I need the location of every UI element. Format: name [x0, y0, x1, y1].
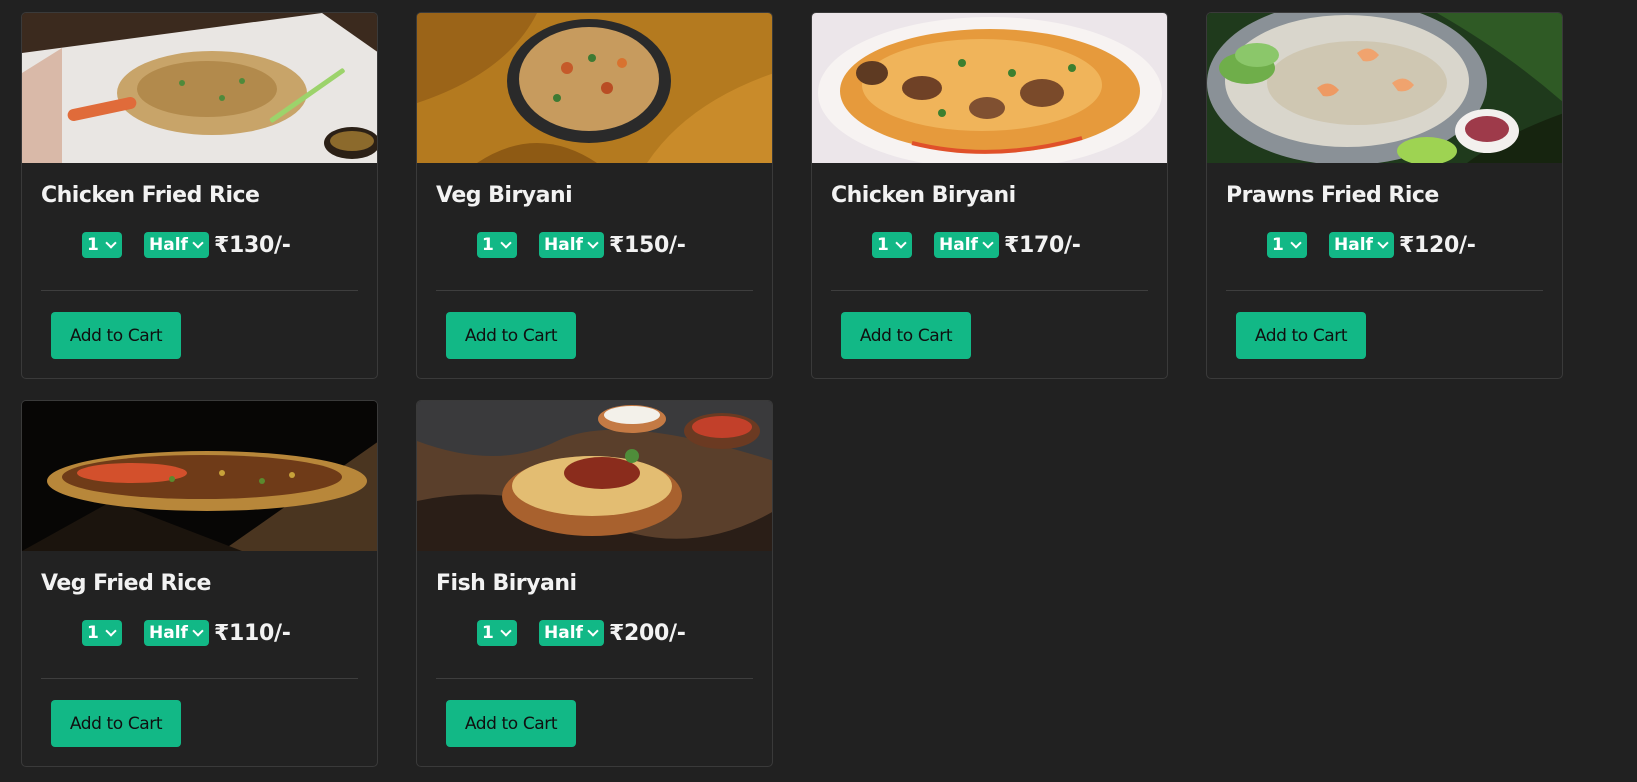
- size-select[interactable]: Half: [539, 232, 604, 258]
- quantity-select[interactable]: 1: [82, 620, 122, 646]
- chevron-down-icon: [192, 625, 204, 637]
- food-image: [417, 401, 772, 551]
- chevron-down-icon: [1377, 237, 1389, 249]
- food-image: [1207, 13, 1562, 163]
- menu-card-chicken-biryani: Chicken Biryani 1 Half ₹170/- Add to Car…: [811, 12, 1168, 379]
- food-image: [812, 13, 1167, 163]
- food-image: [22, 401, 377, 551]
- item-title: Chicken Fried Rice: [41, 183, 260, 208]
- quantity-value: 1: [482, 623, 494, 643]
- item-title: Prawns Fried Rice: [1226, 183, 1439, 208]
- chevron-down-icon: [587, 625, 599, 637]
- chevron-down-icon: [982, 237, 994, 249]
- quantity-select[interactable]: 1: [82, 232, 122, 258]
- item-title: Veg Biryani: [436, 183, 573, 208]
- divider: [41, 678, 358, 679]
- item-price: ₹110/-: [214, 620, 291, 646]
- quantity-select[interactable]: 1: [1267, 232, 1307, 258]
- quantity-value: 1: [87, 623, 99, 643]
- menu-card-chicken-fried-rice: Chicken Fried Rice 1 Half ₹130/- Add to …: [21, 12, 378, 379]
- item-price: ₹200/-: [609, 620, 686, 646]
- chevron-down-icon: [895, 237, 907, 249]
- add-to-cart-button[interactable]: Add to Cart: [51, 700, 181, 747]
- item-options: 1 Half ₹200/-: [436, 618, 753, 648]
- size-select[interactable]: Half: [144, 232, 209, 258]
- quantity-value: 1: [87, 235, 99, 255]
- item-price: ₹130/-: [214, 232, 291, 258]
- item-options: 1 Half ₹170/-: [831, 230, 1148, 260]
- divider: [436, 290, 753, 291]
- chevron-down-icon: [500, 625, 512, 637]
- chevron-down-icon: [192, 237, 204, 249]
- item-title: Veg Fried Rice: [41, 571, 211, 596]
- chevron-down-icon: [105, 237, 117, 249]
- item-title: Chicken Biryani: [831, 183, 1016, 208]
- size-value: Half: [544, 623, 583, 643]
- size-value: Half: [149, 623, 188, 643]
- quantity-select[interactable]: 1: [477, 620, 517, 646]
- food-image: [22, 13, 377, 163]
- chevron-down-icon: [500, 237, 512, 249]
- item-price: ₹170/-: [1004, 232, 1081, 258]
- chevron-down-icon: [587, 237, 599, 249]
- quantity-select[interactable]: 1: [872, 232, 912, 258]
- size-value: Half: [939, 235, 978, 255]
- size-value: Half: [149, 235, 188, 255]
- quantity-value: 1: [1272, 235, 1284, 255]
- divider: [1226, 290, 1543, 291]
- menu-card-veg-fried-rice: Veg Fried Rice 1 Half ₹110/- Add to Cart: [21, 400, 378, 767]
- size-select[interactable]: Half: [539, 620, 604, 646]
- divider: [41, 290, 358, 291]
- menu-card-veg-biryani: Veg Biryani 1 Half ₹150/- Add to Cart: [416, 12, 773, 379]
- menu-card-fish-biryani: Fish Biryani 1 Half ₹200/- Add to Cart: [416, 400, 773, 767]
- chevron-down-icon: [1290, 237, 1302, 249]
- size-select[interactable]: Half: [934, 232, 999, 258]
- menu-card-prawns-fried-rice: Prawns Fried Rice 1 Half ₹120/- Add to C…: [1206, 12, 1563, 379]
- size-select[interactable]: Half: [144, 620, 209, 646]
- add-to-cart-button[interactable]: Add to Cart: [841, 312, 971, 359]
- add-to-cart-button[interactable]: Add to Cart: [1236, 312, 1366, 359]
- quantity-value: 1: [877, 235, 889, 255]
- add-to-cart-button[interactable]: Add to Cart: [446, 312, 576, 359]
- add-to-cart-button[interactable]: Add to Cart: [51, 312, 181, 359]
- divider: [436, 678, 753, 679]
- quantity-value: 1: [482, 235, 494, 255]
- size-select[interactable]: Half: [1329, 232, 1394, 258]
- quantity-select[interactable]: 1: [477, 232, 517, 258]
- item-options: 1 Half ₹120/-: [1226, 230, 1543, 260]
- item-price: ₹150/-: [609, 232, 686, 258]
- menu-grid: Chicken Fried Rice 1 Half ₹130/- Add to …: [0, 0, 1637, 782]
- item-title: Fish Biryani: [436, 571, 577, 596]
- item-options: 1 Half ₹110/-: [41, 618, 358, 648]
- size-value: Half: [1334, 235, 1373, 255]
- item-options: 1 Half ₹130/-: [41, 230, 358, 260]
- divider: [831, 290, 1148, 291]
- size-value: Half: [544, 235, 583, 255]
- food-image: [417, 13, 772, 163]
- item-options: 1 Half ₹150/-: [436, 230, 753, 260]
- add-to-cart-button[interactable]: Add to Cart: [446, 700, 576, 747]
- item-price: ₹120/-: [1399, 232, 1476, 258]
- chevron-down-icon: [105, 625, 117, 637]
